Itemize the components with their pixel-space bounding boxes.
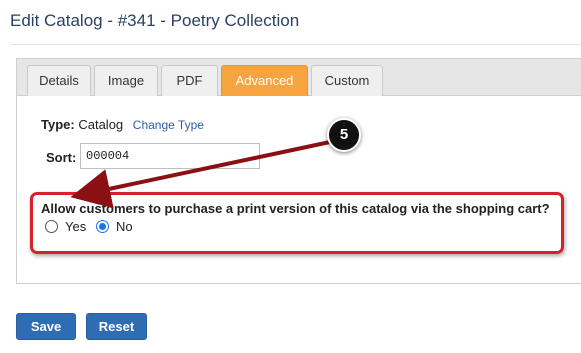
type-row: Type: Catalog Change Type xyxy=(41,117,204,132)
tab-advanced[interactable]: Advanced xyxy=(221,65,308,96)
print-no-radio[interactable] xyxy=(96,220,109,233)
print-no-label[interactable]: No xyxy=(116,219,133,234)
print-yes-radio[interactable] xyxy=(45,220,58,233)
tab-bar: Details Image PDF Advanced Custom xyxy=(17,59,581,96)
tab-details[interactable]: Details xyxy=(27,65,91,96)
print-yes-label[interactable]: Yes xyxy=(65,219,86,234)
page-title: Edit Catalog - #341 - Poetry Collection xyxy=(10,11,300,30)
reset-button[interactable]: Reset xyxy=(86,313,147,340)
type-label: Type: xyxy=(41,117,75,132)
tab-custom[interactable]: Custom xyxy=(311,65,383,96)
tab-pdf[interactable]: PDF xyxy=(161,65,218,96)
type-value: Catalog xyxy=(78,117,124,132)
sort-label: Sort: xyxy=(46,150,77,165)
print-version-question: Allow customers to purchase a print vers… xyxy=(41,201,550,216)
change-type-link[interactable]: Change Type xyxy=(133,118,204,132)
sort-row: Sort: xyxy=(46,150,76,165)
step-number-badge: 5 xyxy=(327,118,361,152)
save-button[interactable]: Save xyxy=(16,313,76,340)
sort-input[interactable]: 000004 xyxy=(80,143,260,169)
title-divider xyxy=(10,44,581,45)
tab-image[interactable]: Image xyxy=(94,65,158,96)
